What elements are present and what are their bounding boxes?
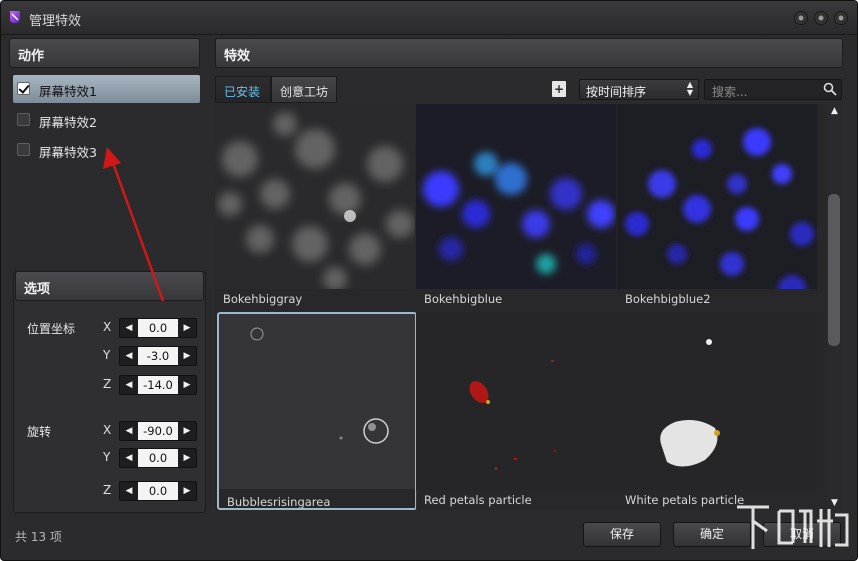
add-effect-icon[interactable]: + [552, 81, 566, 97]
effect-tile-white-petals[interactable]: White petals particle [617, 312, 817, 510]
tab-installed[interactable]: 已安装 [215, 76, 271, 103]
action-item-label: 屏幕特效2 [39, 115, 97, 130]
action-item-1[interactable]: 屏幕特效1 [13, 75, 200, 103]
bokeh-blue2-thumbnail [617, 104, 817, 289]
effect-tile-bokehbigblue2[interactable]: Bokehbigblue2 [617, 104, 817, 309]
save-button-label: 保存 [609, 527, 634, 541]
actions-header-label: 动作 [18, 49, 45, 64]
increment-icon[interactable]: ▶ [178, 482, 196, 500]
effects-header: 特效 [215, 38, 843, 68]
updown-arrows-icon: ▲ ▼ [686, 80, 693, 97]
rotation-z-spinner[interactable]: ◀ 0.0 ▶ [119, 481, 197, 501]
sort-select[interactable]: 按时间排序 ▲ ▼ [579, 79, 699, 100]
rotation-z-value[interactable]: 0.0 [138, 482, 178, 500]
effects-grid: Bokehbiggray Bokehbigblue Bokehbigblue2 … [215, 104, 827, 510]
sort-select-value: 按时间排序 [586, 85, 647, 99]
rotation-z-label: Z [103, 483, 112, 497]
increment-icon[interactable]: ▶ [178, 347, 196, 365]
rotation-x-spinner[interactable]: ◀ -90.0 ▶ [119, 421, 197, 441]
decrement-icon[interactable]: ◀ [120, 422, 138, 440]
item-count: 共 13 项 [15, 530, 62, 544]
effect-tile-bokehbigblue[interactable]: Bokehbigblue [416, 104, 616, 309]
title-bar: 管理特效 [1, 1, 857, 35]
manage-effects-window: 管理特效 动作 屏幕特效1 屏幕特效2 屏幕特效3 选项 位置坐标 X ◀ 0.… [0, 0, 858, 561]
maximize-button[interactable] [814, 11, 828, 25]
save-button[interactable]: 保存 [583, 522, 661, 547]
close-button[interactable] [834, 11, 848, 25]
position-x-value[interactable]: 0.0 [138, 319, 178, 337]
increment-icon[interactable]: ▶ [178, 376, 196, 394]
effect-tile-bubblesrisingarea[interactable]: Bubblesrisingarea [217, 312, 417, 510]
position-z-label: Z [103, 377, 112, 391]
decrement-icon[interactable]: ◀ [120, 482, 138, 500]
decrement-icon[interactable]: ◀ [120, 449, 138, 467]
action-checkbox-2[interactable] [17, 113, 30, 126]
white-petals-thumbnail [617, 312, 817, 490]
action-item-label: 屏幕特效1 [39, 84, 97, 99]
bubbles-thumbnail [219, 314, 415, 489]
action-checkbox-1[interactable] [17, 82, 30, 95]
position-y-label: Y [103, 348, 111, 362]
rotation-x-label: X [103, 423, 112, 437]
effects-header-label: 特效 [224, 49, 251, 64]
position-z-spinner[interactable]: ◀ -14.0 ▶ [119, 375, 197, 395]
options-header-label: 选项 [24, 282, 51, 297]
search-placeholder: 搜索... [712, 85, 748, 99]
position-x-label: X [103, 320, 112, 334]
action-item-label: 屏幕特效3 [39, 145, 97, 160]
effect-name: Bokehbiggray [215, 289, 415, 309]
effect-tile-red-petals[interactable]: Red petals particle [416, 312, 616, 510]
rotation-y-value[interactable]: 0.0 [138, 449, 178, 467]
effects-scrollbar[interactable]: ▲ ▼ [827, 104, 842, 510]
effect-name: Bubblesrisingarea [219, 492, 415, 508]
action-item-3[interactable]: 屏幕特效3 [13, 136, 200, 164]
position-label: 位置坐标 [27, 322, 76, 336]
action-item-2[interactable]: 屏幕特效2 [13, 106, 200, 134]
position-y-value[interactable]: -3.0 [138, 347, 178, 365]
position-y-spinner[interactable]: ◀ -3.0 ▶ [119, 346, 197, 366]
actions-header: 动作 [9, 38, 200, 68]
increment-icon[interactable]: ▶ [178, 449, 196, 467]
search-icon[interactable] [823, 82, 837, 96]
bokeh-gray-thumbnail [215, 104, 415, 289]
increment-icon[interactable]: ▶ [178, 319, 196, 337]
tab-workshop[interactable]: 创意工坊 [271, 76, 337, 103]
rotation-y-spinner[interactable]: ◀ 0.0 ▶ [119, 448, 197, 468]
watermark-logo [737, 505, 849, 549]
effect-tile-bokehbiggray[interactable]: Bokehbiggray [215, 104, 415, 309]
decrement-icon[interactable]: ◀ [120, 376, 138, 394]
rotation-label: 旋转 [27, 425, 52, 439]
options-header: 选项 [15, 271, 204, 301]
tab-label: 创意工坊 [280, 85, 329, 99]
increment-icon[interactable]: ▶ [178, 422, 196, 440]
tab-label: 已安装 [224, 85, 261, 99]
app-logo-icon [10, 11, 20, 23]
scroll-thumb[interactable] [828, 194, 840, 346]
red-petals-thumbnail [416, 312, 616, 490]
window-title: 管理特效 [29, 14, 82, 29]
effect-name: Bokehbigblue [416, 289, 616, 309]
position-x-spinner[interactable]: ◀ 0.0 ▶ [119, 318, 197, 338]
minimize-button[interactable] [794, 11, 808, 25]
effect-name: Red petals particle [416, 490, 616, 510]
decrement-icon[interactable]: ◀ [120, 319, 138, 337]
scroll-up-icon[interactable]: ▲ [827, 104, 842, 118]
rotation-y-label: Y [103, 450, 111, 464]
actions-list: 屏幕特效1 屏幕特效2 屏幕特效3 [11, 69, 204, 269]
rotation-x-value[interactable]: -90.0 [138, 422, 178, 440]
position-z-value[interactable]: -14.0 [138, 376, 178, 394]
ok-button-label: 确定 [699, 527, 724, 541]
decrement-icon[interactable]: ◀ [120, 347, 138, 365]
action-checkbox-3[interactable] [17, 143, 30, 156]
bokeh-blue-thumbnail [416, 104, 616, 289]
effect-name: Bokehbigblue2 [617, 289, 817, 309]
search-input[interactable]: 搜索... [704, 79, 842, 100]
